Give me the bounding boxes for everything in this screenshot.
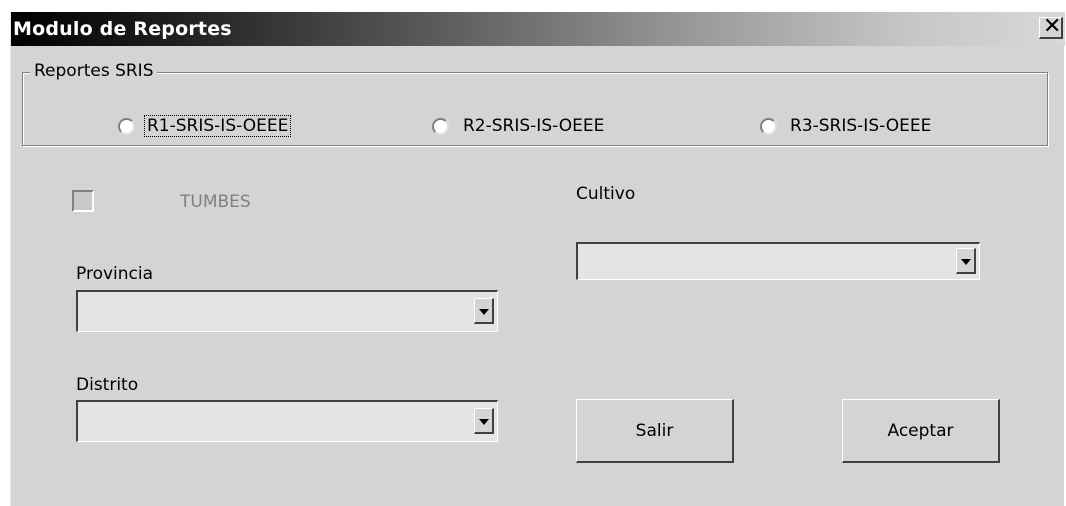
radio-r1-label[interactable]: R1-SRIS-IS-OEEE: [144, 115, 292, 137]
salir-button[interactable]: Salir: [576, 399, 734, 463]
radio-icon[interactable]: [760, 118, 777, 135]
radio-r2-label[interactable]: R2-SRIS-IS-OEEE: [463, 116, 604, 136]
chevron-down-icon: [479, 419, 489, 425]
tumbes-label: TUMBES: [180, 192, 251, 212]
cultivo-dropdown-button[interactable]: [956, 248, 976, 274]
cultivo-combobox[interactable]: [576, 242, 980, 280]
distrito-dropdown-button[interactable]: [474, 408, 494, 434]
provincia-combobox[interactable]: [76, 290, 498, 332]
salir-button-label: Salir: [635, 421, 674, 441]
chevron-down-icon: [479, 309, 489, 315]
checkbox-icon[interactable]: [72, 190, 94, 212]
provincia-label: Provincia: [76, 264, 154, 284]
provincia-dropdown-button[interactable]: [474, 298, 494, 324]
aceptar-button-label: Aceptar: [887, 421, 954, 441]
close-icon: ✕: [1043, 14, 1062, 39]
cultivo-label: Cultivo: [576, 184, 636, 204]
title-bar: Modulo de Reportes ✕: [11, 12, 1065, 46]
radio-icon[interactable]: [432, 118, 449, 135]
distrito-label: Distrito: [76, 375, 139, 395]
reportes-frame-legend: Reportes SRIS: [30, 61, 158, 81]
radio-r3-label[interactable]: R3-SRIS-IS-OEEE: [790, 116, 931, 136]
aceptar-button[interactable]: Aceptar: [842, 399, 1000, 463]
close-button[interactable]: ✕: [1039, 14, 1063, 39]
window-title: Modulo de Reportes: [13, 18, 232, 40]
distrito-combobox[interactable]: [76, 400, 498, 442]
r1-focus-label[interactable]: R1-SRIS-IS-OEEE: [144, 115, 292, 137]
chevron-down-icon: [961, 259, 971, 265]
radio-icon[interactable]: [118, 118, 135, 135]
